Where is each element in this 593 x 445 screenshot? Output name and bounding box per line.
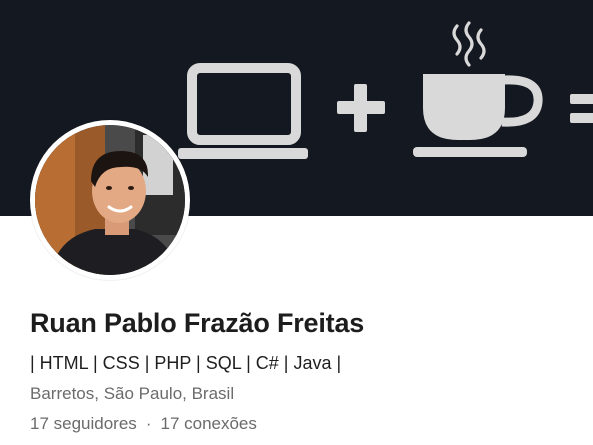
profile-location: Barretos, São Paulo, Brasil xyxy=(30,384,235,403)
profile-name[interactable]: Ruan Pablo Frazão Freitas xyxy=(30,308,364,339)
profile-photo xyxy=(35,125,185,275)
equals-icon xyxy=(570,94,593,123)
stats-separator: · xyxy=(145,414,152,433)
laptop-icon xyxy=(178,63,308,159)
profile-card: Ruan Pablo Frazão Freitas | HTML | CSS |… xyxy=(0,0,593,445)
profile-photo-illustration xyxy=(35,125,185,275)
followers-link[interactable]: 17 seguidores xyxy=(30,414,137,433)
coffee-cup-icon xyxy=(413,21,543,157)
avatar[interactable] xyxy=(30,120,190,280)
profile-headline: | HTML | CSS | PHP | SQL | C# | Java | xyxy=(30,353,342,373)
profile-stats: 17 seguidores · 17 conexões xyxy=(30,414,257,434)
plus-icon xyxy=(337,84,385,132)
connections-link[interactable]: 17 conexões xyxy=(160,414,256,433)
